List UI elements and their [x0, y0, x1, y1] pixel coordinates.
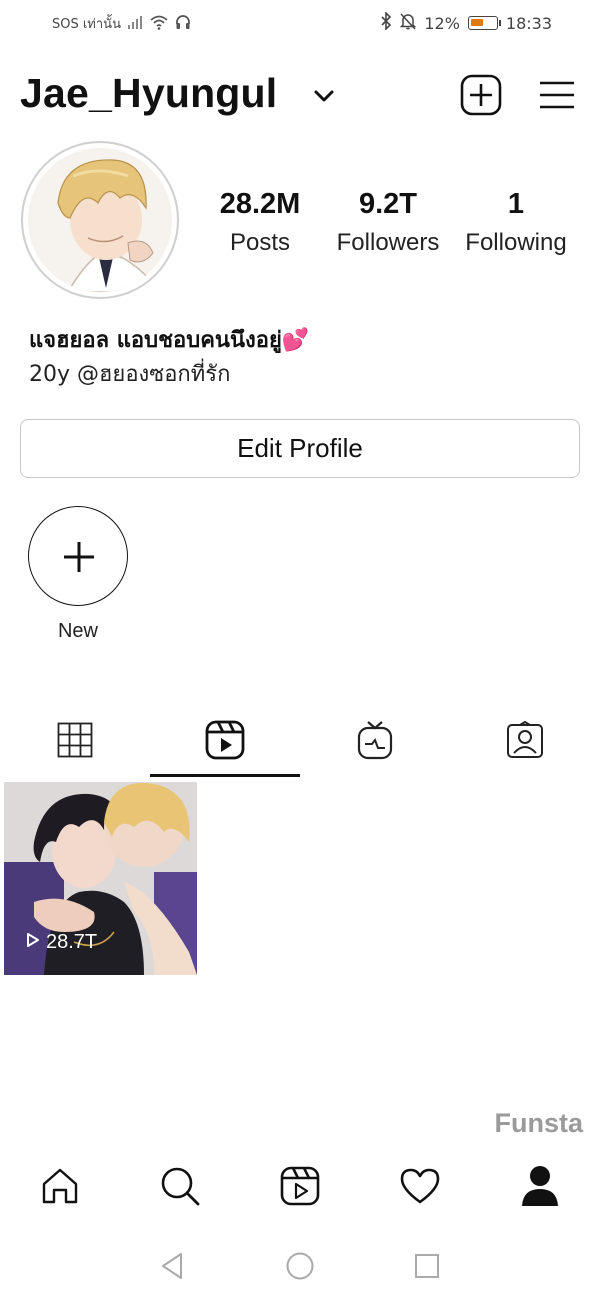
chevron-down-icon[interactable]: [310, 82, 338, 110]
post-view-count: 28.7T: [26, 931, 97, 954]
bio-name: แจฮยอล แอบชอบคนนึงอยู่💕: [29, 328, 310, 353]
active-tab-indicator: [150, 774, 300, 777]
followers-label: Followers: [336, 229, 440, 256]
following-count: 1: [507, 188, 525, 220]
add-post-icon[interactable]: [460, 74, 502, 116]
mute-icon: [400, 12, 417, 34]
following-label: Following: [465, 229, 567, 256]
clock: 18:33: [505, 13, 552, 33]
posts-label: Posts: [229, 229, 291, 256]
carrier-text: SOS เท่านั้น: [52, 17, 121, 32]
home-circle-icon: [285, 1251, 315, 1285]
home-icon: [40, 1166, 80, 1210]
status-bar: SOS เท่านั้น 12% 18:33: [0, 0, 600, 46]
status-right: 12% 18:33: [380, 11, 552, 34]
tab-igtv[interactable]: [300, 712, 450, 772]
battery-percent: 12%: [424, 13, 460, 33]
battery-fill: [470, 19, 483, 26]
bio-text: 20y @ฮยองซอกที่รัก: [29, 362, 231, 387]
reels-icon: [205, 720, 245, 764]
followers-count: 9.2T: [358, 188, 418, 220]
username-title[interactable]: Jae_Hyungul: [20, 70, 277, 117]
plus-icon: [64, 542, 94, 572]
headphone-icon: [175, 14, 191, 34]
tagged-icon: [506, 720, 544, 763]
menu-icon[interactable]: [538, 78, 576, 112]
play-icon: [26, 931, 40, 954]
new-highlight-button[interactable]: [28, 506, 128, 606]
wifi-icon: [149, 14, 169, 34]
stat-posts[interactable]: 28.2M Posts: [195, 188, 325, 257]
system-back-button[interactable]: [142, 1248, 202, 1288]
new-highlight-label: New: [57, 620, 98, 642]
heart-icon: [400, 1167, 440, 1209]
search-icon: [160, 1166, 200, 1210]
tab-grid[interactable]: [0, 712, 150, 772]
nav-home[interactable]: [0, 1163, 120, 1213]
signal-icon: [127, 15, 143, 33]
avatar[interactable]: [28, 148, 172, 292]
grid-icon: [57, 722, 93, 762]
funsta-watermark: Funsta: [494, 1108, 583, 1138]
status-left: SOS เท่านั้น: [52, 13, 191, 34]
stat-followers[interactable]: 9.2T Followers: [323, 188, 453, 257]
back-icon: [159, 1251, 185, 1285]
bluetooth-icon: [380, 11, 392, 34]
nav-profile[interactable]: [480, 1163, 600, 1213]
system-recents-button[interactable]: [397, 1248, 457, 1288]
nav-reels[interactable]: [240, 1163, 360, 1213]
igtv-icon: [357, 720, 393, 764]
view-count-text: 28.7T: [46, 931, 98, 953]
recents-icon: [413, 1252, 441, 1284]
nav-search[interactable]: [120, 1163, 240, 1213]
profile-header: Jae_Hyungul: [0, 60, 600, 130]
profile-icon: [521, 1165, 559, 1211]
reels-icon: [280, 1166, 320, 1210]
avatar-ring[interactable]: [21, 141, 179, 299]
battery-icon: [467, 16, 501, 30]
tab-tagged[interactable]: [450, 712, 600, 772]
edit-profile-button[interactable]: Edit Profile: [20, 419, 580, 478]
posts-count: 28.2M: [219, 188, 301, 220]
tab-reels[interactable]: [150, 712, 300, 772]
nav-activity[interactable]: [360, 1163, 480, 1213]
system-home-button[interactable]: [270, 1248, 330, 1288]
stat-following[interactable]: 1 Following: [451, 188, 581, 257]
